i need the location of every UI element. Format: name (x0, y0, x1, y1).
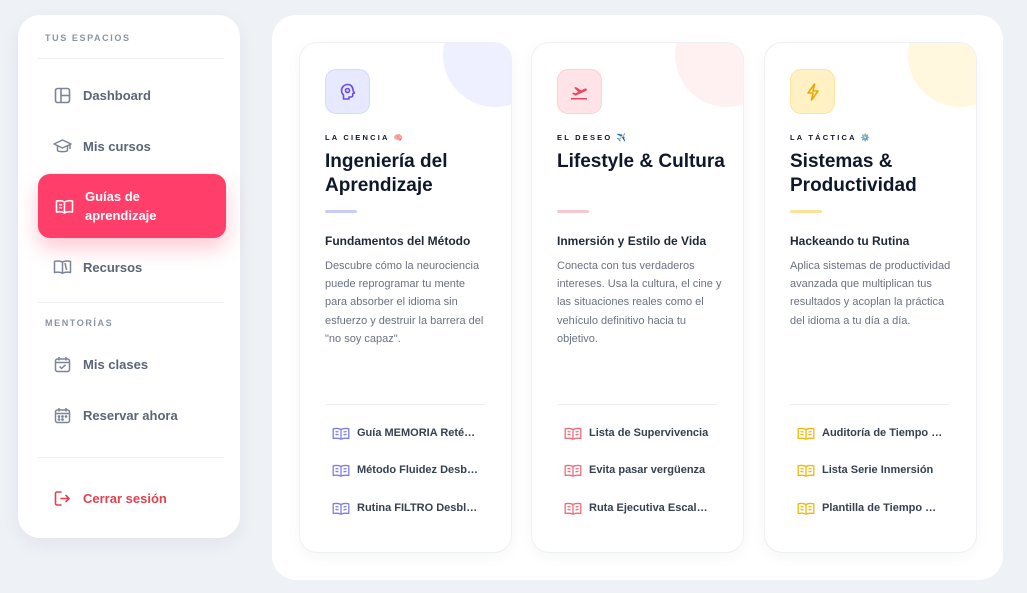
resource-link[interactable]: Plantilla de Tiempo Real (797, 501, 944, 515)
resource-link[interactable]: Auditoría de Tiempo Libre (797, 426, 944, 440)
guide-card-deseo[interactable]: EL DESEO ✈️ Lifestyle & Cultura Inmersió… (531, 42, 744, 553)
main-panel: LA CIENCIA 🧠 Ingeniería del Aprendizaje … (272, 15, 1003, 580)
logout-label: Cerrar sesión (83, 490, 167, 506)
calendar-check-icon (52, 354, 72, 374)
card-accent-bar (557, 210, 589, 213)
card-title: Sistemas & Productividad (790, 151, 917, 196)
sidebar-item-label: Mis cursos (83, 138, 151, 154)
resource-link[interactable]: Lista de Supervivencia (564, 426, 711, 440)
guide-card-tactica[interactable]: LA TÁCTICA ⚙️ Sistemas & Productividad H… (764, 42, 977, 553)
card-eyebrow: LA CIENCIA 🧠 (325, 133, 406, 142)
sidebar-divider (38, 302, 224, 303)
sidebar-item-dashboard[interactable]: Dashboard (38, 75, 226, 115)
book-icon (797, 501, 816, 515)
resource-label: Rutina FILTRO Desbloqueo (357, 502, 479, 514)
section-label-spaces: TUS ESPACIOS (45, 33, 131, 43)
card-description: Conecta con tus verdaderos intereses. Us… (557, 260, 722, 345)
sidebar-item-label: Recursos (83, 259, 143, 275)
sidebar-divider (38, 457, 224, 458)
lightning-icon (790, 69, 835, 114)
sidebar-divider (38, 58, 224, 59)
sidebar-item-guias[interactable]: Guías de aprendizaje (38, 174, 226, 238)
layout-icon (52, 85, 72, 105)
card-title: Ingeniería del Aprendizaje (325, 151, 448, 196)
guide-card-ciencia[interactable]: LA CIENCIA 🧠 Ingeniería del Aprendizaje … (299, 42, 512, 553)
resource-label: Evita pasar vergüenza (589, 464, 706, 476)
sidebar-item-mis-cursos[interactable]: Mis cursos (38, 126, 226, 166)
resource-link[interactable]: Ruta Ejecutiva Escalable (564, 501, 711, 515)
card-decoration (908, 43, 976, 107)
book-shelf-icon (52, 257, 72, 277)
logout-icon (52, 488, 72, 508)
resource-link[interactable]: Guía MEMORIA Reténtiva (332, 426, 479, 440)
card-accent-bar (790, 210, 822, 213)
brain-icon (325, 69, 370, 114)
resource-label: Lista Serie Inmersión (822, 464, 934, 476)
card-description: Descubre cómo la neurociencia puede repr… (325, 260, 484, 345)
resource-label: Lista de Supervivencia (589, 427, 709, 439)
open-book-icon (54, 196, 74, 216)
sidebar-item-label: Dashboard (83, 87, 151, 103)
card-divider (557, 404, 717, 405)
sidebar-item-label: Reservar ahora (83, 407, 178, 423)
book-icon (564, 501, 583, 515)
sidebar-item-reservar[interactable]: Reservar ahora (38, 395, 226, 435)
section-label-mentoring: MENTORÍAS (45, 318, 114, 328)
card-subtitle: Hackeando tu Rutina (790, 234, 910, 248)
resource-label: Guía MEMORIA Reténtiva (357, 427, 479, 439)
card-eyebrow: EL DESEO ✈️ (557, 133, 629, 142)
sidebar-item-label: Mis clases (83, 356, 149, 372)
card-eyebrow: LA TÁCTICA ⚙️ (790, 133, 873, 142)
book-icon (332, 463, 351, 477)
card-description: Aplica sistemas de productividad avanzad… (790, 260, 951, 327)
sidebar-item-recursos[interactable]: Recursos (38, 247, 226, 287)
card-divider (325, 404, 485, 405)
sidebar-item-label: Guías de aprendizaje (85, 189, 157, 223)
resource-link[interactable]: Evita pasar vergüenza (564, 463, 711, 477)
card-divider (790, 404, 950, 405)
sidebar: TUS ESPACIOS Dashboard Mis cursos Guías … (18, 15, 240, 538)
plane-departure-icon (557, 69, 602, 114)
book-icon (332, 501, 351, 515)
card-title: Lifestyle & Cultura (557, 151, 725, 172)
card-subtitle: Inmersión y Estilo de Vida (557, 234, 707, 248)
resource-label: Ruta Ejecutiva Escalable (589, 502, 711, 514)
resource-link[interactable]: Método Fluidez Desbloqueada (332, 463, 479, 477)
logout-button[interactable]: Cerrar sesión (38, 478, 226, 518)
sidebar-item-mis-clases[interactable]: Mis clases (38, 344, 226, 384)
resource-label: Método Fluidez Desbloqueada (357, 464, 479, 476)
card-decoration (443, 43, 511, 107)
book-icon (564, 426, 583, 440)
resource-link[interactable]: Lista Serie Inmersión (797, 463, 944, 477)
graduation-cap-icon (52, 136, 72, 156)
book-icon (564, 463, 583, 477)
resource-label: Plantilla de Tiempo Real (822, 502, 944, 514)
card-accent-bar (325, 210, 357, 213)
calendar-icon (52, 405, 72, 425)
book-icon (797, 463, 816, 477)
card-decoration (675, 43, 743, 107)
book-icon (332, 426, 351, 440)
book-icon (797, 426, 816, 440)
resource-label: Auditoría de Tiempo Libre (822, 427, 944, 439)
card-subtitle: Fundamentos del Método (325, 234, 471, 248)
resource-link[interactable]: Rutina FILTRO Desbloqueo (332, 501, 479, 515)
